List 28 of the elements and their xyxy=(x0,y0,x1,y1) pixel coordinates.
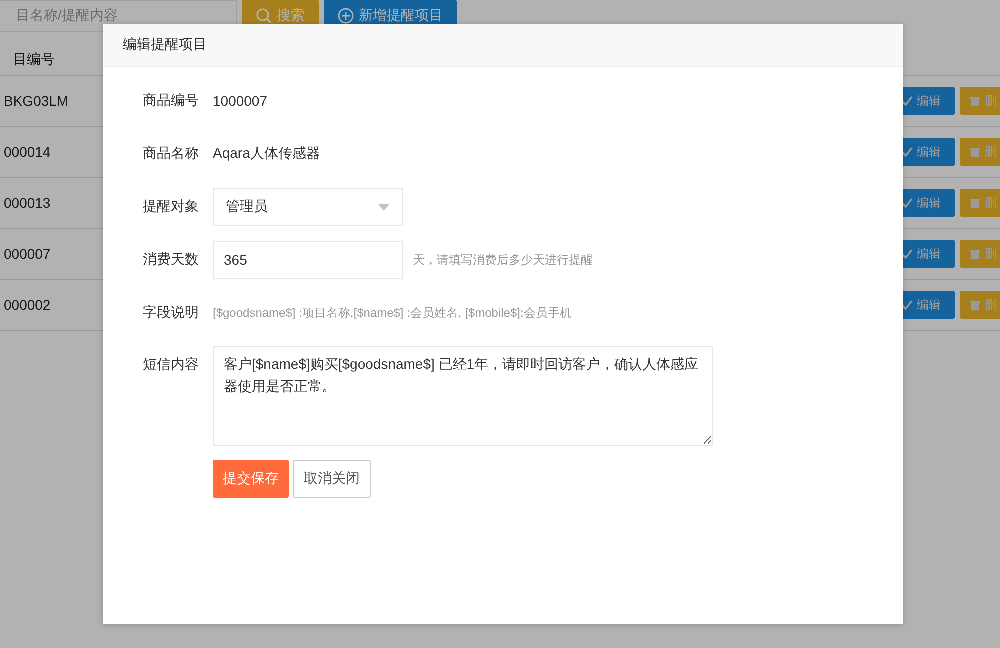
table-cell-text: BKG03LM xyxy=(3,93,69,109)
select-field[interactable]: 管理员 xyxy=(213,188,403,226)
dialog-title: 编辑提醒项目 xyxy=(123,36,207,54)
delete-button[interactable]: 删 xyxy=(960,87,1000,115)
hint-text: 天，请填写消费后多少天进行提醒 xyxy=(413,252,593,268)
field-label: 消费天数 xyxy=(143,251,197,269)
table-cell-text: 000007 xyxy=(3,246,51,262)
table-cell-text: 000002 xyxy=(3,297,51,313)
field-value: Aqara人体传感器 xyxy=(213,145,320,163)
field-label: 商品名称 xyxy=(143,145,197,163)
delete-button[interactable]: 删 xyxy=(960,189,1000,217)
field-label: 提醒对象 xyxy=(143,198,197,216)
field-label: 短信内容 xyxy=(143,355,197,374)
column-header: 目编号 xyxy=(12,50,55,68)
field-note: [$goodsname$] :项目名称,[$name$] :会员姓名, [$mobile$]:会员手机 xyxy=(213,304,572,322)
delete-button[interactable]: 删 xyxy=(960,291,1000,319)
search-placeholder: 目名称/提醒内容 xyxy=(16,7,118,25)
message-field[interactable]: 客户[$name$]购买[$goodsname$] 已经1年，请即时回访客户，确认人体感应器使用是否正常。 xyxy=(213,346,713,446)
field-value: 1000007 xyxy=(213,93,268,109)
field-label: 商品编号 xyxy=(143,92,197,110)
save-button[interactable]: 提交保存 xyxy=(213,460,289,498)
table-cell-text: 000014 xyxy=(3,144,51,160)
table-cell-text: 000013 xyxy=(3,195,51,211)
delete-button[interactable]: 删 xyxy=(960,138,1000,166)
field-label: 字段说明 xyxy=(143,304,197,322)
cancel-button[interactable]: 取消关闭 xyxy=(293,460,371,498)
delete-button[interactable]: 删 xyxy=(960,240,1000,268)
input-field[interactable]: 365 xyxy=(213,241,403,279)
